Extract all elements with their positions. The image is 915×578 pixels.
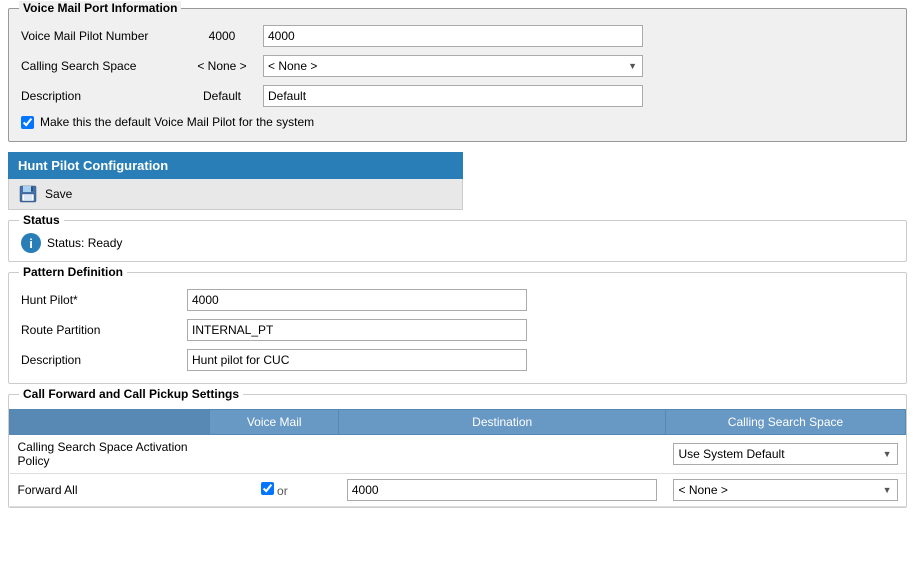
forward-all-destination [339,474,666,507]
css-select-wrapper: < None > [263,55,643,77]
cf-col1-header [10,410,210,435]
or-label: or [277,484,288,498]
callforward-legend: Call Forward and Call Pickup Settings [19,387,243,401]
pilot-number-static: 4000 [187,29,257,43]
pilot-number-row: Voice Mail Pilot Number 4000 [21,25,894,47]
hunt-pilot-input[interactable] [187,289,527,311]
table-row: Forward All or < None > [10,474,906,507]
callforward-section: Call Forward and Call Pickup Settings Vo… [8,394,907,508]
forward-all-css: < None > Use System Default [665,474,905,507]
hunt-pilot-label: Hunt Pilot* [21,293,181,307]
cf-col3-header: Destination [339,410,666,435]
pilot-number-label: Voice Mail Pilot Number [21,29,181,43]
hunt-description-row: Description [21,349,894,371]
default-voicemail-row: Make this the default Voice Mail Pilot f… [21,115,894,129]
pilot-number-input[interactable] [263,25,643,47]
table-row: Calling Search Space Activation Policy U… [10,435,906,474]
status-legend: Status [19,213,64,227]
toolbar: Save [8,179,463,210]
css-activation-select[interactable]: Use System Default < None > [673,443,897,465]
forward-all-destination-input[interactable] [347,479,658,501]
forward-all-voicemail-checkbox[interactable] [261,482,274,495]
cf-table-wrapper: Voice Mail Destination Calling Search Sp… [9,409,906,507]
description-row: Description Default [21,85,894,107]
description-label: Description [21,89,181,103]
hunt-pilot-header: Hunt Pilot Configuration [8,152,463,179]
css-activation-select-wrapper: Use System Default < None > [673,443,897,465]
hunt-description-label: Description [21,353,181,367]
css-activation-destination [339,435,666,474]
info-icon: i [21,233,41,253]
save-button[interactable]: Save [45,187,72,201]
css-static: < None > [187,59,257,73]
description-static: Default [187,89,257,103]
css-activation-voicemail [210,435,339,474]
route-partition-row: Route Partition [21,319,894,341]
forward-all-css-select-wrapper: < None > Use System Default [673,479,897,501]
pattern-section: Pattern Definition Hunt Pilot* Route Par… [8,272,907,384]
forward-all-voicemail: or [210,474,339,507]
pattern-legend: Pattern Definition [19,265,127,279]
css-select[interactable]: < None > [263,55,643,77]
forward-all-label: Forward All [10,474,210,507]
status-text: Status: Ready [47,236,122,250]
default-voicemail-label: Make this the default Voice Mail Pilot f… [40,115,314,129]
css-activation-css: Use System Default < None > [665,435,905,474]
route-partition-label: Route Partition [21,323,181,337]
hunt-pilot-row: Hunt Pilot* [21,289,894,311]
forward-all-css-select[interactable]: < None > Use System Default [673,479,897,501]
css-label: Calling Search Space [21,59,181,73]
save-icon [17,183,39,205]
voicemail-section-title: Voice Mail Port Information [19,1,181,15]
description-input[interactable] [263,85,643,107]
route-partition-input[interactable] [187,319,527,341]
status-section: Status i Status: Ready [8,220,907,262]
default-voicemail-checkbox[interactable] [21,116,34,129]
hunt-description-input[interactable] [187,349,527,371]
cf-col4-header: Calling Search Space [665,410,905,435]
css-activation-label: Calling Search Space Activation Policy [10,435,210,474]
voicemail-section: Voice Mail Port Information Voice Mail P… [8,8,907,142]
status-row: i Status: Ready [21,233,894,253]
cf-col2-header: Voice Mail [210,410,339,435]
cf-table: Voice Mail Destination Calling Search Sp… [9,409,906,507]
css-row: Calling Search Space < None > < None > [21,55,894,77]
